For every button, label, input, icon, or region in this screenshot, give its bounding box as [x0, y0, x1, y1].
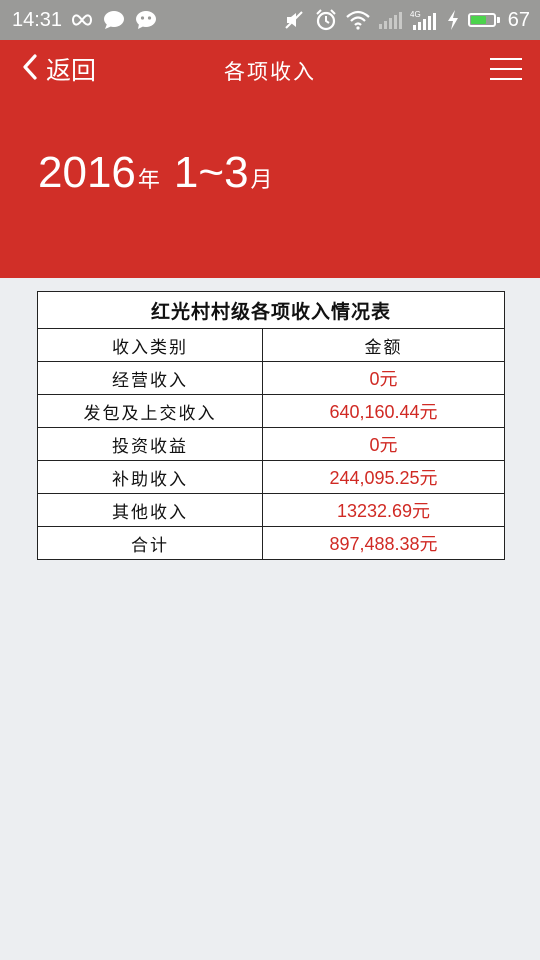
date-year: 2016	[38, 148, 136, 197]
table-row: 补助收入 244,095.25元	[37, 460, 505, 494]
network-label: 4G	[410, 10, 421, 19]
infinity-icon	[70, 8, 94, 32]
income-report-table: 红光村村级各项收入情况表 收入类别 金额 经营收入 0元 发包及上交收入 640…	[37, 291, 505, 560]
date-year-unit: 年	[137, 167, 160, 192]
menu-icon-line	[490, 78, 522, 80]
row-category: 其他收入	[37, 493, 263, 527]
chat-bubble-icon	[102, 8, 126, 32]
table-row: 其他收入 13232.69元	[37, 493, 505, 527]
battery-icon	[467, 13, 500, 27]
date-range: 2016 年 1~3 月	[38, 148, 273, 198]
header: 返回 各项收入 2016 年 1~3 月	[0, 40, 540, 278]
emoticon-icon	[134, 8, 158, 32]
column-header-amount: 金额	[262, 328, 505, 362]
signal-icon	[378, 8, 402, 32]
table-title: 红光村村级各项收入情况表	[37, 291, 505, 329]
row-category: 合计	[37, 526, 263, 560]
page-title: 各项收入	[224, 60, 316, 84]
menu-button[interactable]	[490, 56, 522, 82]
table-row-total: 合计 897,488.38元	[37, 526, 505, 560]
status-time: 14:31	[12, 8, 63, 31]
status-bar: 14:31 4G 67	[0, 0, 540, 40]
battery-fill	[470, 16, 486, 24]
table-title-row: 红光村村级各项收入情况表	[37, 291, 505, 329]
status-bar-left: 14:31	[0, 8, 158, 32]
row-amount: 0元	[262, 361, 505, 395]
mute-icon	[282, 8, 306, 32]
date-month-range: 1~3	[173, 148, 249, 197]
alarm-icon	[314, 8, 338, 32]
row-amount: 640,160.44元	[262, 394, 505, 428]
row-amount: 244,095.25元	[262, 460, 505, 494]
table-header-row: 收入类别 金额	[37, 328, 505, 362]
4g-signal-icon: 4G	[410, 8, 438, 32]
table-row: 发包及上交收入 640,160.44元	[37, 394, 505, 428]
row-category: 补助收入	[37, 460, 263, 494]
row-category: 发包及上交收入	[37, 394, 263, 428]
row-category: 投资收益	[37, 427, 263, 461]
charging-icon	[446, 8, 460, 32]
battery-level: 67	[507, 8, 530, 31]
table-row: 经营收入 0元	[37, 361, 505, 395]
column-header-category: 收入类别	[37, 328, 263, 362]
table-row: 投资收益 0元	[37, 427, 505, 461]
status-bar-right: 4G 67	[282, 8, 540, 32]
wifi-icon	[346, 8, 370, 32]
row-amount: 897,488.38元	[262, 526, 505, 560]
menu-icon-line	[490, 68, 522, 70]
date-month-unit: 月	[250, 167, 273, 192]
row-amount: 13232.69元	[262, 493, 505, 527]
row-amount: 0元	[262, 427, 505, 461]
row-category: 经营收入	[37, 361, 263, 395]
menu-icon-line	[490, 58, 522, 60]
